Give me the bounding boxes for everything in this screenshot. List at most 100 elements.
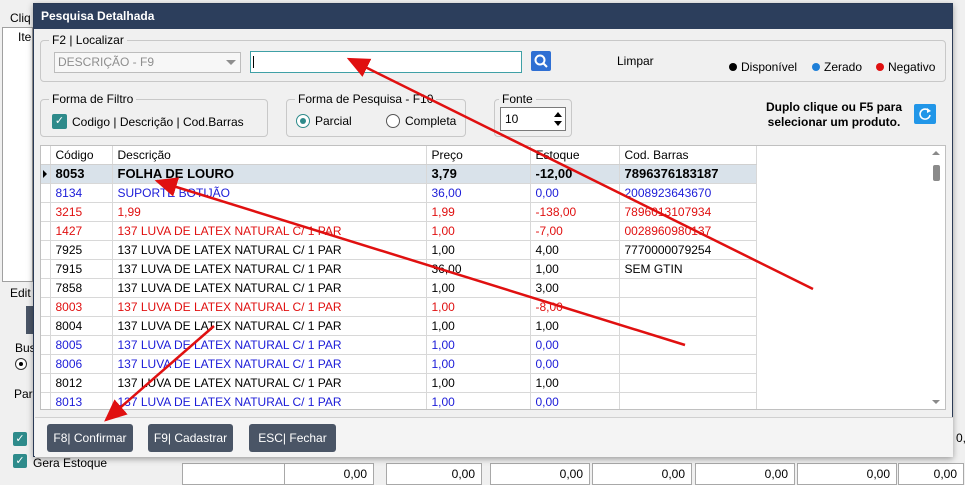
scroll-down-icon[interactable] (932, 400, 940, 404)
cell-cod-barras: 7770000079254 (619, 240, 757, 260)
cell-cod-barras: 2008923643670 (619, 183, 757, 203)
table-row[interactable]: 8012 137 LUVA DE LATEX NATURAL C/ 1 PAR 1,… (41, 373, 757, 393)
register-button[interactable]: F9| Cadastrar (148, 424, 233, 452)
radio-completa-label: Completa (405, 114, 457, 128)
bg-label-cliq: Cliq (10, 11, 31, 25)
col-header-estoque[interactable]: Estoque (530, 146, 620, 165)
stepper-up-icon[interactable] (554, 112, 562, 117)
bg-label-edit: Edit (10, 286, 31, 300)
cell-codigo: 7858 (50, 278, 113, 298)
table-row[interactable]: 7858 137 LUVA DE LATEX NATURAL C/ 1 PAR 1,… (41, 278, 757, 298)
table-row[interactable]: 1427 137 LUVA DE LATEX NATURAL C/ 1 PAR 1,… (41, 221, 757, 241)
cell-codigo: 8012 (50, 373, 113, 393)
bg-field-3[interactable]: 0,00 (386, 463, 482, 485)
current-row-arrow-icon (43, 169, 47, 178)
cell-estoque: -8,00 (530, 297, 620, 317)
filtro-checkbox[interactable]: ✓ (52, 114, 67, 129)
cell-cod-barras: SEM GTIN (619, 259, 757, 279)
cell-cod-barras (619, 278, 757, 298)
localizar-legend: F2 | Localizar (49, 33, 127, 47)
products-grid[interactable]: Código Descrição Preço Estoque Cod. Barr… (40, 145, 946, 410)
cell-estoque: -7,00 (530, 221, 620, 241)
table-row[interactable]: 3215 1,99 1,99 -138,00 7896013107934 (41, 202, 757, 222)
radio-parcial[interactable] (296, 114, 310, 128)
bg-label-gera-estoque: Gera Estoque (33, 456, 108, 470)
cell-descricao: 137 LUVA DE LATEX NATURAL C/ 1 PAR (112, 297, 427, 317)
table-row[interactable]: 8013 137 LUVA DE LATEX NATURAL C/ 1 PAR 1,… (41, 392, 757, 409)
filtro-legend: Forma de Filtro (49, 92, 137, 106)
bg-field-2[interactable]: 0,00 (284, 463, 374, 485)
cell-estoque: 3,00 (530, 278, 620, 298)
cell-estoque: 4,00 (530, 240, 620, 260)
cell-preco: 1,00 (426, 373, 531, 393)
table-row[interactable]: 8004 137 LUVA DE LATEX NATURAL C/ 1 PAR 1,… (41, 316, 757, 336)
cell-preco: 1,00 (426, 221, 531, 241)
table-row[interactable]: 7915 137 LUVA DE LATEX NATURAL C/ 1 PAR 36… (41, 259, 757, 279)
bg-radio[interactable] (15, 358, 27, 370)
col-header-cod-barras[interactable]: Cod. Barras (619, 146, 757, 165)
stepper-down-icon[interactable] (554, 121, 562, 126)
cell-codigo: 8053 (50, 164, 113, 184)
row-indicator (41, 259, 51, 279)
cell-estoque: 0,00 (530, 392, 620, 409)
table-row[interactable]: 8134 SUPORTE BOTIJÃO 36,00 0,00 20089236436… (41, 183, 757, 203)
close-button[interactable]: ESC| Fechar (249, 424, 336, 452)
cell-estoque: 0,00 (530, 354, 620, 374)
font-size-stepper[interactable]: 10 (500, 107, 566, 131)
cell-codigo: 8013 (50, 392, 113, 409)
radio-completa[interactable] (386, 114, 400, 128)
table-row[interactable]: 7925 137 LUVA DE LATEX NATURAL C/ 1 PAR 1,… (41, 240, 757, 260)
table-row[interactable]: 8006 137 LUVA DE LATEX NATURAL C/ 1 PAR 1,… (41, 354, 757, 374)
search-button[interactable] (531, 51, 551, 71)
cell-descricao: 137 LUVA DE LATEX NATURAL C/ 1 PAR (112, 392, 427, 409)
row-indicator (41, 354, 51, 374)
cell-codigo: 8006 (50, 354, 113, 374)
col-header-codigo[interactable]: Código (50, 146, 113, 165)
font-size-value: 10 (505, 112, 519, 126)
cell-preco: 1,99 (426, 202, 531, 222)
radio-parcial-label: Parcial (315, 114, 352, 128)
bg-field-7[interactable]: 0,00 (797, 463, 897, 485)
cell-descricao: 137 LUVA DE LATEX NATURAL C/ 1 PAR (112, 221, 427, 241)
bg-checkbox-1[interactable]: ✓ (13, 432, 27, 446)
row-indicator (41, 278, 51, 298)
scroll-up-icon[interactable] (932, 151, 940, 155)
cell-descricao: SUPORTE BOTIJÃO (112, 183, 427, 203)
cell-descricao: FOLHA DE LOURO (112, 164, 427, 184)
cell-codigo: 7925 (50, 240, 113, 260)
bg-checkbox-gera-estoque[interactable]: ✓ (13, 454, 27, 468)
vertical-scrollbar[interactable] (928, 146, 945, 409)
table-row[interactable]: 8003 137 LUVA DE LATEX NATURAL C/ 1 PAR 1,… (41, 297, 757, 317)
cell-cod-barras: 0028960980137 (619, 221, 757, 241)
cell-preco: 36,00 (426, 259, 531, 279)
legend-zerado: Zerado (812, 60, 862, 74)
refresh-button[interactable] (914, 104, 936, 124)
pesquisa-legend: Forma de Pesquisa - F10 (295, 92, 437, 106)
bg-field-4[interactable]: 0,00 (490, 463, 590, 485)
bg-col-ite: Ite (18, 30, 32, 44)
scroll-thumb[interactable] (933, 165, 940, 181)
confirm-button[interactable]: F8| Confirmar (47, 424, 133, 452)
col-header-preco[interactable]: Preço (426, 146, 531, 165)
row-indicator (41, 297, 51, 317)
double-click-hint: Duplo clique ou F5 para selecionar um pr… (765, 100, 902, 129)
clear-button[interactable]: Limpar (617, 54, 654, 68)
search-field-select[interactable]: DESCRIÇÃO - F9 (54, 52, 241, 73)
status-dot-icon (876, 63, 884, 71)
bg-field-6[interactable]: 0,00 (695, 463, 795, 485)
row-indicator (41, 392, 51, 409)
search-dialog: Pesquisa Detalhada F2 | Localizar DESCRI… (33, 3, 953, 457)
row-indicator (41, 316, 51, 336)
cell-cod-barras (619, 297, 757, 317)
bg-field-8[interactable]: 0,00 (898, 463, 964, 485)
grid-header: Código Descrição Preço Estoque Cod. Barr… (41, 146, 757, 165)
row-indicator (41, 335, 51, 355)
col-header-descricao[interactable]: Descrição (112, 146, 427, 165)
cell-cod-barras (619, 335, 757, 355)
table-row[interactable]: 8053 FOLHA DE LOURO 3,79 -12,00 789637618318… (41, 164, 757, 184)
table-row[interactable]: 8005 137 LUVA DE LATEX NATURAL C/ 1 PAR 1,… (41, 335, 757, 355)
cell-descricao: 137 LUVA DE LATEX NATURAL C/ 1 PAR (112, 354, 427, 374)
cell-estoque: 1,00 (530, 373, 620, 393)
bg-field-5[interactable]: 0,00 (592, 463, 692, 485)
search-input[interactable] (250, 51, 522, 73)
